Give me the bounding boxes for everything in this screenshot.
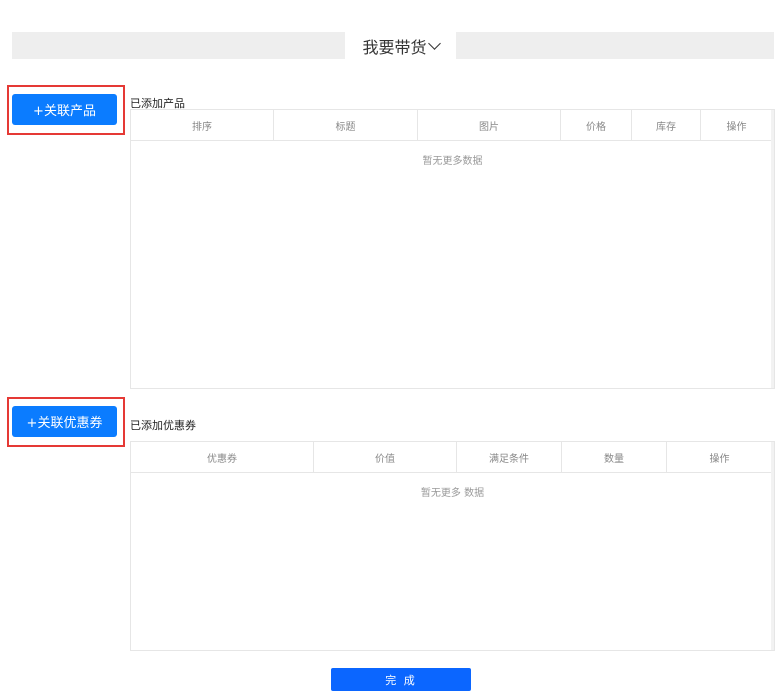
column-header-quantity: 数量 xyxy=(562,442,667,472)
add-coupon-button[interactable]: +关联优惠券 xyxy=(12,406,117,437)
coupons-table-header: 优惠券 价值 满足条件 数量 操作 xyxy=(131,442,774,473)
products-scrollbar[interactable] xyxy=(771,110,774,388)
products-table-header: 排序 标题 图片 价格 库存 操作 xyxy=(131,110,774,141)
column-header-value: 价值 xyxy=(314,442,457,472)
column-header-stock: 库存 xyxy=(632,110,701,140)
page: 我要带货 +关联产品 已添加产品 排序 标题 图片 价格 库存 操作 暂无更多数… xyxy=(0,0,775,700)
coupons-table: 优惠券 价值 满足条件 数量 操作 暂无更多 数据 xyxy=(130,441,775,651)
column-header-price: 价格 xyxy=(561,110,632,140)
coupons-scrollbar[interactable] xyxy=(771,442,774,650)
column-header-actions: 操作 xyxy=(709,453,730,465)
header-bar-right xyxy=(456,32,774,59)
column-header-condition: 满足条件 xyxy=(457,442,562,472)
done-button[interactable]: 完 成 xyxy=(331,668,471,691)
coupons-section-label: 已添加优惠券 xyxy=(130,419,196,432)
column-header-coupon: 优惠券 xyxy=(131,442,314,472)
column-header-image: 图片 xyxy=(418,110,561,140)
add-product-button[interactable]: +关联产品 xyxy=(12,94,117,125)
header-dropdown[interactable]: 我要带货 xyxy=(345,32,456,59)
header-title: 我要带货 xyxy=(362,37,427,57)
coupons-empty-message: 暂无更多 数据 xyxy=(420,488,485,499)
products-empty-message: 暂无更多数据 xyxy=(422,156,483,167)
header-bar-left xyxy=(12,32,345,59)
products-table: 排序 标题 图片 价格 库存 操作 暂无更多数据 xyxy=(130,109,775,389)
column-header-sort: 排序 xyxy=(131,110,274,140)
chevron-down-icon xyxy=(427,37,441,50)
column-header-actions: 操作 xyxy=(726,121,747,133)
column-header-title: 标题 xyxy=(274,110,418,140)
